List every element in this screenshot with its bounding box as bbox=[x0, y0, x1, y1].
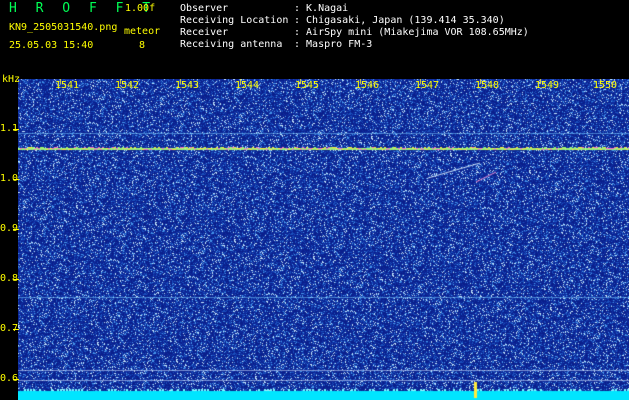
x-tick-label: 1545 bbox=[295, 80, 320, 91]
observer-label: Observer bbox=[180, 3, 229, 14]
spectrogram-canvas bbox=[18, 79, 629, 400]
x-tick-label: 1547 bbox=[415, 80, 440, 91]
capture-timestamp: 25.05.03 15:40 bbox=[9, 40, 94, 51]
x-tick-label: 1543 bbox=[175, 80, 200, 91]
meteor-label: meteor bbox=[124, 26, 161, 37]
app-version: 1.00f bbox=[125, 3, 156, 14]
y-tick-mark bbox=[13, 279, 19, 280]
receiver-label: Receiver bbox=[180, 27, 229, 38]
meteor-count: 8 bbox=[139, 40, 146, 51]
image-filename: KN9_2505031540.png bbox=[9, 22, 118, 33]
y-tick-mark bbox=[13, 329, 19, 330]
x-tick-label: 1548 bbox=[475, 80, 500, 91]
y-tick-mark bbox=[13, 129, 19, 130]
x-tick-label: 1546 bbox=[355, 80, 380, 91]
header-panel: H R O F F T 1.00f KN9_2505031540.png 25.… bbox=[0, 0, 629, 75]
receiver-value: : AirSpy mini (Miakejima VOR 108.65MHz) bbox=[294, 27, 529, 38]
x-tick-label: 1544 bbox=[235, 80, 260, 91]
x-tick-label: 1541 bbox=[55, 80, 80, 91]
observer-value: : K.Nagai bbox=[294, 3, 349, 14]
antenna-value: : Maspro FM-3 bbox=[294, 39, 373, 50]
y-tick-mark bbox=[13, 229, 19, 230]
location-label: Receiving Location bbox=[180, 15, 289, 26]
location-value: : Chigasaki, Japan (139.414 35.340) bbox=[294, 15, 505, 26]
y-tick-mark bbox=[13, 379, 19, 380]
x-tick-label: 1550 bbox=[593, 80, 618, 91]
antenna-label: Receiving antenna bbox=[180, 39, 283, 50]
x-tick-label: 1542 bbox=[115, 80, 140, 91]
y-axis-unit: kHz bbox=[2, 74, 21, 85]
y-tick-mark bbox=[13, 179, 19, 180]
x-tick-label: 1549 bbox=[535, 80, 560, 91]
